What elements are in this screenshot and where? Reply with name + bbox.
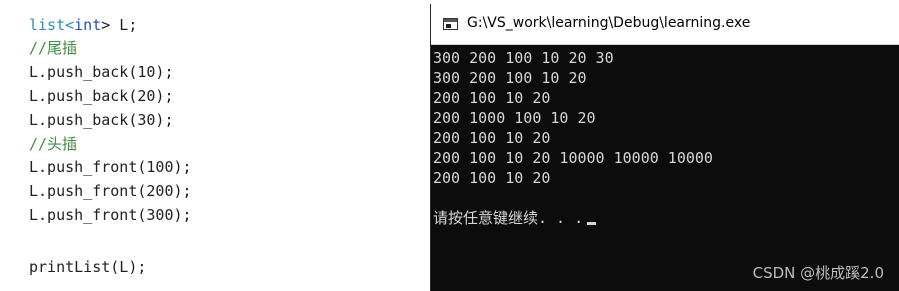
code-editor: list<int> L; //尾插 L.push_back(10); L.pus… (0, 0, 430, 291)
output-line: 300 200 100 10 20 (433, 69, 587, 87)
code-line-push-back-30: L.push_back(30); (29, 111, 174, 129)
type-keyword-list: list (29, 16, 66, 34)
code-line-print-list: printList(L); (29, 258, 147, 276)
output-line: 300 200 100 10 20 30 (433, 49, 614, 67)
code-line-push-front-300: L.push_front(300); (29, 206, 192, 224)
csdn-watermark: CSDN @桃成蹊2.0 (752, 264, 884, 282)
text-cursor (587, 222, 597, 225)
console-window[interactable]: G:\VS_work\learning\Debug\learning.exe 3… (430, 4, 899, 291)
console-title: G:\VS_work\learning\Debug\learning.exe (467, 15, 751, 31)
code-line-push-back-10: L.push_back(10); (29, 63, 174, 81)
code-line-push-front-100: L.push_front(100); (29, 158, 192, 176)
output-line: 200 100 10 20 (433, 89, 551, 107)
continue-prompt: 请按任意键继续. . . (433, 208, 597, 228)
code-line-push-front-200: L.push_front(200); (29, 182, 192, 200)
output-line: 200 100 10 20 10000 10000 10000 (433, 149, 713, 167)
continue-prompt-text: 请按任意键继续. . . (433, 209, 584, 227)
code-comment-head-insert: //头插 (29, 135, 78, 153)
code-line-push-back-20: L.push_back(20); (29, 87, 174, 105)
console-titlebar[interactable]: G:\VS_work\learning\Debug\learning.exe (431, 4, 899, 45)
output-line: 200 1000 100 10 20 (433, 109, 596, 127)
code-comment-tail-insert: //尾插 (29, 39, 78, 57)
output-line: 200 100 10 20 (433, 129, 551, 147)
console-window-icon (443, 18, 458, 30)
type-keyword-int: int (74, 16, 102, 34)
output-line: 200 100 10 20 (433, 169, 551, 187)
console-output: 300 200 100 10 20 30 300 200 100 10 20 2… (431, 45, 899, 291)
code-line-declaration: list<int> L; (29, 16, 138, 34)
